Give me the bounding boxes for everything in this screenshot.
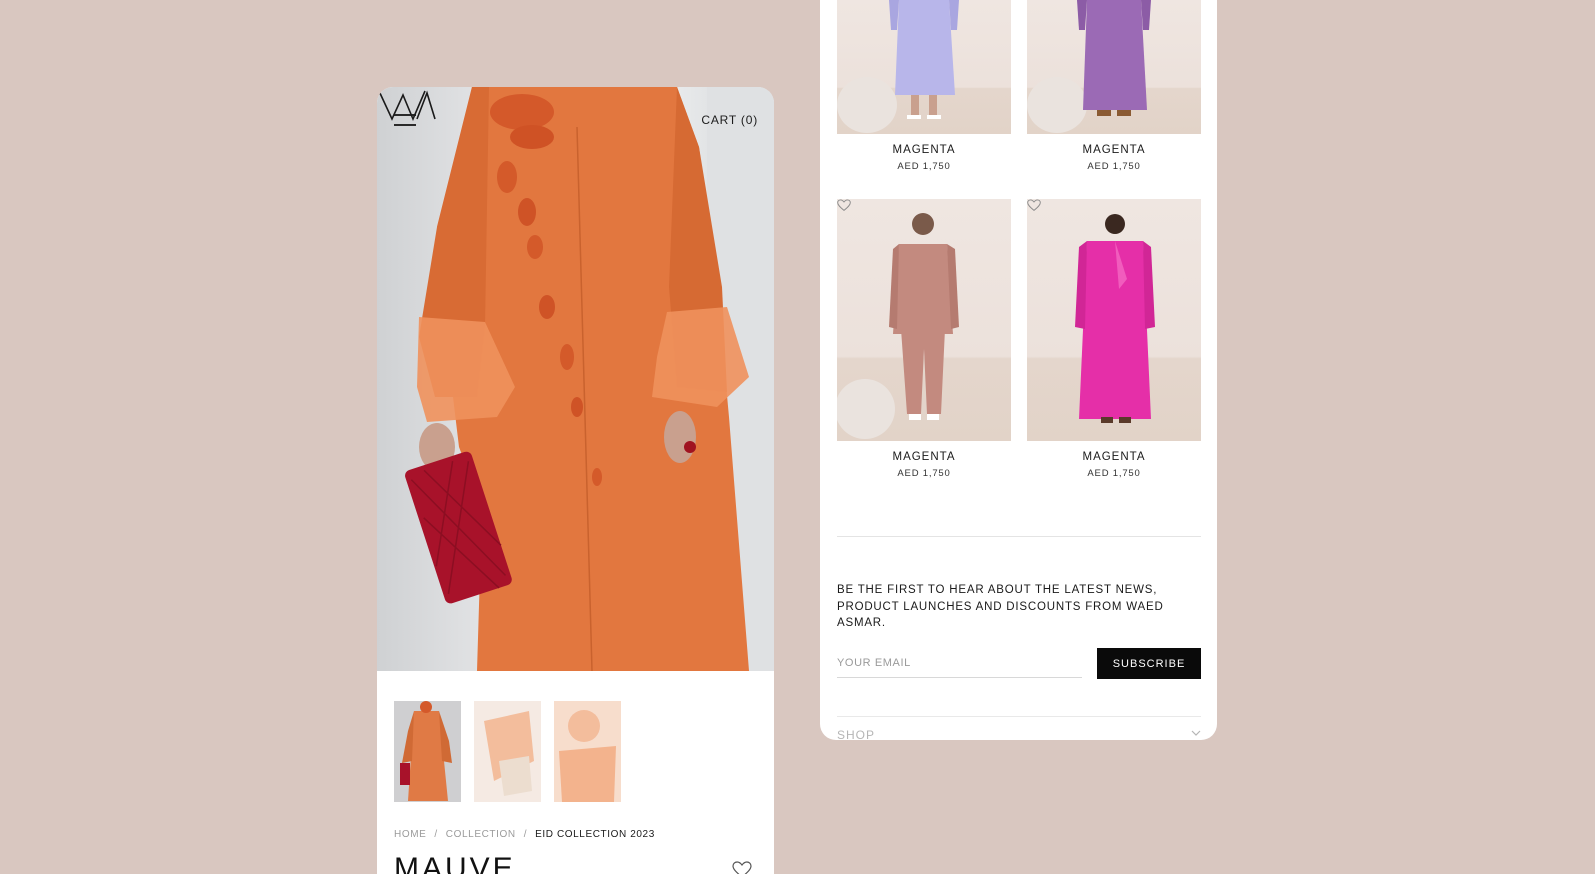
section-divider (837, 536, 1201, 537)
product-name[interactable]: MAGENTA (837, 451, 1011, 463)
product-price: AED 1,750 (1087, 468, 1141, 479)
section-divider (837, 716, 1201, 717)
breadcrumb-separator: / (434, 829, 438, 840)
product-price: AED 1,750 (897, 161, 951, 172)
thumbnail-gallery (394, 701, 621, 802)
hero-illustration (405, 87, 774, 671)
subscribe-button[interactable]: SUBSCRIBE (1097, 648, 1201, 679)
email-field[interactable] (837, 648, 1082, 678)
product-image[interactable] (1027, 0, 1201, 134)
heart-outline-icon[interactable] (732, 861, 752, 874)
cart-link[interactable]: CART (0) (701, 113, 758, 127)
product-name[interactable]: MAGENTA (1027, 451, 1201, 463)
product-price: AED 1,750 (897, 468, 951, 479)
thumbnail-2[interactable] (474, 701, 541, 802)
top-navigation-bar: CART (0) (377, 87, 774, 157)
product-illustration (1075, 214, 1155, 423)
breadcrumb-collection[interactable]: COLLECTION (446, 829, 516, 840)
wishlist-heart-icon[interactable] (1027, 199, 1041, 212)
breadcrumb-home[interactable]: HOME (394, 829, 426, 840)
product-page-screen: CART (0) HOME / COLLECTION / EID COLLECT… (377, 87, 774, 874)
thumbnail-3[interactable] (554, 701, 621, 802)
thumbnail-1[interactable] (394, 701, 461, 802)
product-image[interactable] (1027, 199, 1201, 441)
product-image[interactable] (837, 0, 1011, 134)
product-price: AED 1,750 (1087, 161, 1141, 172)
product-name[interactable]: MAGENTA (1027, 144, 1201, 156)
chevron-down-icon[interactable] (1191, 728, 1201, 738)
thumbnail-illustration (400, 701, 452, 801)
product-card[interactable]: MAGENTA AED 1,750 (1027, 199, 1201, 479)
footer-accordion-shop[interactable]: SHOP (837, 728, 1201, 740)
wishlist-heart-icon[interactable] (837, 199, 851, 212)
product-card[interactable]: MAGENTA AED 1,750 (1027, 0, 1201, 172)
product-illustration (837, 213, 959, 439)
product-hero-image[interactable]: CART (0) (377, 87, 774, 671)
breadcrumb-current: EID COLLECTION 2023 (535, 829, 655, 840)
product-illustration (1027, 0, 1151, 133)
thumbnail-illustration (554, 701, 621, 802)
newsletter-text: BE THE FIRST TO HEAR ABOUT THE LATEST NE… (837, 584, 1164, 629)
breadcrumb: HOME / COLLECTION / EID COLLECTION 2023 (394, 829, 655, 840)
product-illustration (837, 0, 959, 133)
waed-asmar-monogram-icon[interactable] (377, 87, 437, 121)
thumbnail-illustration (474, 701, 541, 802)
product-card[interactable]: MAGENTA AED 1,750 (837, 0, 1011, 172)
product-title: MAUVE (394, 852, 516, 874)
product-card[interactable]: MAGENTA AED 1,750 (837, 199, 1011, 479)
breadcrumb-separator: / (523, 829, 528, 840)
accordion-label: SHOP (837, 728, 876, 740)
product-image[interactable] (837, 199, 1011, 441)
product-name[interactable]: MAGENTA (837, 144, 1011, 156)
listing-page-screen: MAGENTA AED 1,750 MAGENTA AED 1,750 MAGE… (820, 0, 1217, 740)
